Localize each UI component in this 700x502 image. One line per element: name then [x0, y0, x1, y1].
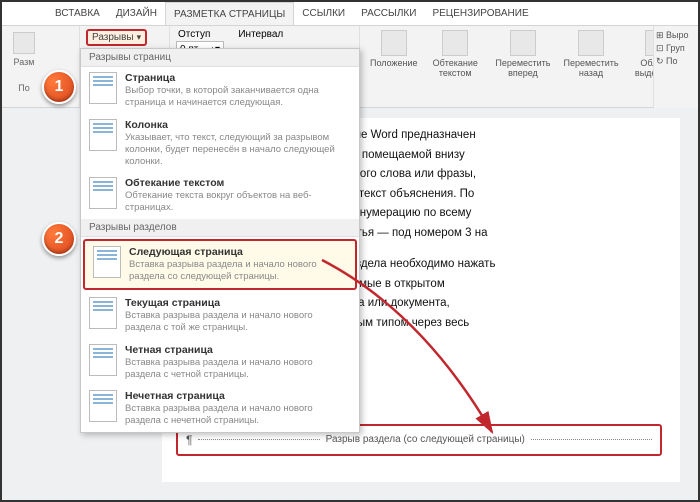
breaks-button[interactable]: Разрывы	[86, 29, 147, 46]
nextpage-break-icon	[93, 246, 121, 278]
indent-label: Отступ	[178, 29, 210, 40]
forward-icon	[510, 30, 536, 56]
tab-design[interactable]: ДИЗАЙН	[108, 2, 165, 25]
send-back-button[interactable]: Переместить назад	[559, 30, 623, 105]
textwrap-break-icon	[89, 177, 117, 209]
break-nextpage-item[interactable]: Следующая страницаВставка разрыва раздел…	[83, 239, 357, 290]
callout-marker-1: 1	[42, 70, 76, 104]
tab-references[interactable]: ССЫЛКИ	[294, 2, 353, 25]
continuous-break-icon	[89, 297, 117, 329]
ribbon-left-controls: Разм По	[10, 32, 38, 104]
break-page-item[interactable]: СтраницаВыбор точки, в которой заканчива…	[81, 67, 359, 114]
ribbon-extra: ⊞ Выро ⊡ Груп ↻ По	[653, 26, 698, 108]
page-setup-icon[interactable]	[13, 32, 35, 54]
align-btn[interactable]: ⊞ Выро	[656, 30, 696, 41]
page-break-icon	[89, 72, 117, 104]
dropdown-header-pages: Разрывы страниц	[81, 49, 359, 67]
break-continuous-item[interactable]: Текущая страницаВставка разрыва раздела …	[81, 292, 359, 339]
bring-forward-button[interactable]: Переместить вперед	[489, 30, 557, 105]
wrap-button[interactable]: Обтекание текстом	[424, 30, 487, 105]
ribbon-tabs: ВСТАВКА ДИЗАЙН РАЗМЕТКА СТРАНИЦЫ ССЫЛКИ …	[2, 2, 698, 26]
page-setup-sublabel: По	[10, 83, 38, 93]
wrap-icon	[442, 30, 468, 56]
dropdown-header-sections: Разрывы разделов	[81, 219, 359, 237]
group-btn[interactable]: ⊡ Груп	[656, 43, 696, 54]
break-textwrap-item[interactable]: Обтекание текстомОбтекание текста вокруг…	[81, 172, 359, 219]
tab-layout[interactable]: РАЗМЕТКА СТРАНИЦЫ	[165, 2, 294, 25]
interval-label: Интервал	[238, 29, 283, 40]
tab-mailings[interactable]: РАССЫЛКИ	[353, 2, 424, 25]
break-column-item[interactable]: КолонкаУказывает, что текст, следующий з…	[81, 114, 359, 173]
position-icon	[381, 30, 407, 56]
rotate-btn[interactable]: ↻ По	[656, 56, 696, 67]
evenpage-break-icon	[89, 344, 117, 376]
oddpage-break-icon	[89, 390, 117, 422]
breaks-dropdown: Разрывы страниц СтраницаВыбор точки, в к…	[80, 48, 360, 433]
page-setup-label: Разм	[10, 57, 38, 67]
tab-review[interactable]: РЕЦЕНЗИРОВАНИЕ	[424, 2, 536, 25]
column-break-icon	[89, 119, 117, 151]
break-evenpage-item[interactable]: Четная страницаВставка разрыва раздела и…	[81, 339, 359, 386]
back-icon	[578, 30, 604, 56]
position-button[interactable]: Положение	[366, 30, 422, 105]
break-oddpage-item[interactable]: Нечетная страницаВставка разрыва раздела…	[81, 385, 359, 432]
callout-marker-2: 2	[42, 222, 76, 256]
tab-insert[interactable]: ВСТАВКА	[47, 2, 108, 25]
